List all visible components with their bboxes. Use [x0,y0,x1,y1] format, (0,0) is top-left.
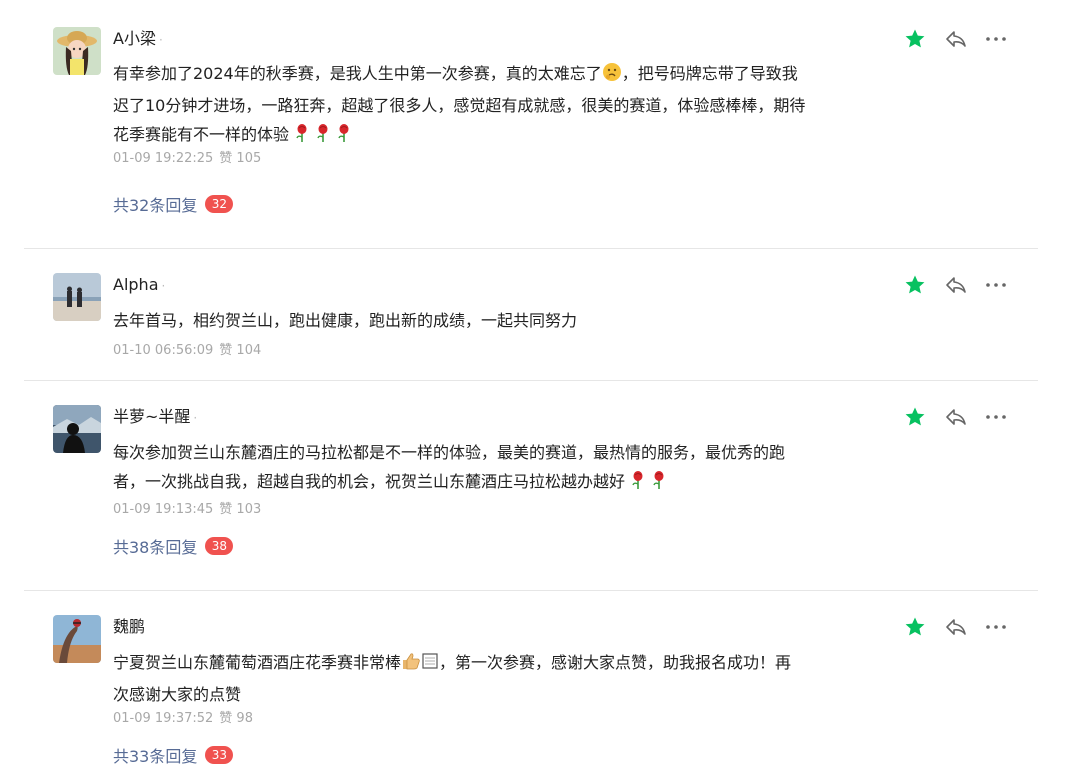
like-count: 赞 105 [219,151,262,166]
rose-icon [630,470,646,499]
avatar[interactable] [53,273,101,321]
view-replies-link[interactable]: 共38条回复 38 [113,534,234,558]
avatar[interactable] [53,405,101,453]
like-count: 赞 103 [219,502,262,517]
like-count: 赞 98 [219,711,253,726]
avatar[interactable] [53,27,101,75]
rose-icon [315,123,331,152]
star-icon[interactable] [903,27,927,51]
reply-count-badge: 38 [205,537,234,555]
comment-meta: 01-09 19:37:52 赞 98 [113,707,253,726]
timestamp: 01-09 19:37:52 [113,711,214,726]
timestamp: 01-09 19:13:45 [113,502,214,517]
rose-icon [336,123,352,152]
more-icon[interactable] [984,615,1008,639]
comment-actions [903,273,1013,297]
username[interactable]: 半萝~半醒 [113,407,190,426]
name-trail-mark: · [161,279,166,293]
replies-label[interactable]: 共32条回复 [113,192,197,216]
name-trail-mark: · [193,411,198,425]
share-icon[interactable] [944,405,968,429]
comment-actions [903,615,1013,639]
comment-text: 去年首马，相约贺兰山，跑出健康，跑出新的成绩，一起共同努力 [113,311,578,330]
more-icon[interactable] [984,27,1008,51]
comment-actions [903,405,1013,429]
more-icon[interactable] [984,273,1008,297]
divider [24,380,1038,381]
comment-text: 有幸参加了2024年的秋季赛，是我人生中第一次参赛，真的太难忘了 ，把号码牌忘带… [113,59,833,152]
name-trail-mark: · [158,33,163,47]
share-icon[interactable] [944,615,968,639]
comment-text: 宁夏贺兰山东麓葡萄酒酒庄花季赛非常棒 ，第一次参赛，感谢大家点赞，助我报名成功！… [113,651,792,704]
timestamp: 01-10 06:56:09 [113,343,214,358]
share-icon[interactable] [944,273,968,297]
thinking-face-icon [602,62,622,91]
like-count: 赞 104 [219,343,262,358]
timestamp: 01-09 19:22:25 [113,151,214,166]
comment-actions [903,27,1013,51]
replies-label[interactable]: 共38条回复 [113,534,197,558]
rose-icon [294,123,310,152]
reply-count-badge: 33 [205,746,234,764]
view-replies-link[interactable]: 共32条回复 32 [113,192,234,216]
star-icon[interactable] [903,273,927,297]
reply-count-badge: 32 [205,195,234,213]
divider [24,248,1038,249]
square-symbol-icon [421,651,439,680]
comment-meta: 01-09 19:13:45 赞 103 [113,498,261,517]
comment-meta: 01-10 06:56:09 赞 104 [113,339,261,358]
comment-text: 每次参加贺兰山东麓酒庄的马拉松都是不一样的体验，最美的赛道，最热情的服务，最优秀… [113,438,833,499]
username[interactable]: Alpha [113,275,159,294]
username[interactable]: A小梁 [113,29,156,48]
thumbs-up-icon [401,651,421,680]
replies-label[interactable]: 共33条回复 [113,743,197,767]
share-icon[interactable] [944,27,968,51]
comment-meta: 01-09 19:22:25 赞 105 [113,147,261,166]
more-icon[interactable] [984,405,1008,429]
star-icon[interactable] [903,405,927,429]
rose-icon [651,470,667,499]
avatar[interactable] [53,615,101,663]
username[interactable]: 魏鹏 [113,617,145,636]
view-replies-link[interactable]: 共33条回复 33 [113,743,234,767]
divider [24,590,1038,591]
star-icon[interactable] [903,615,927,639]
